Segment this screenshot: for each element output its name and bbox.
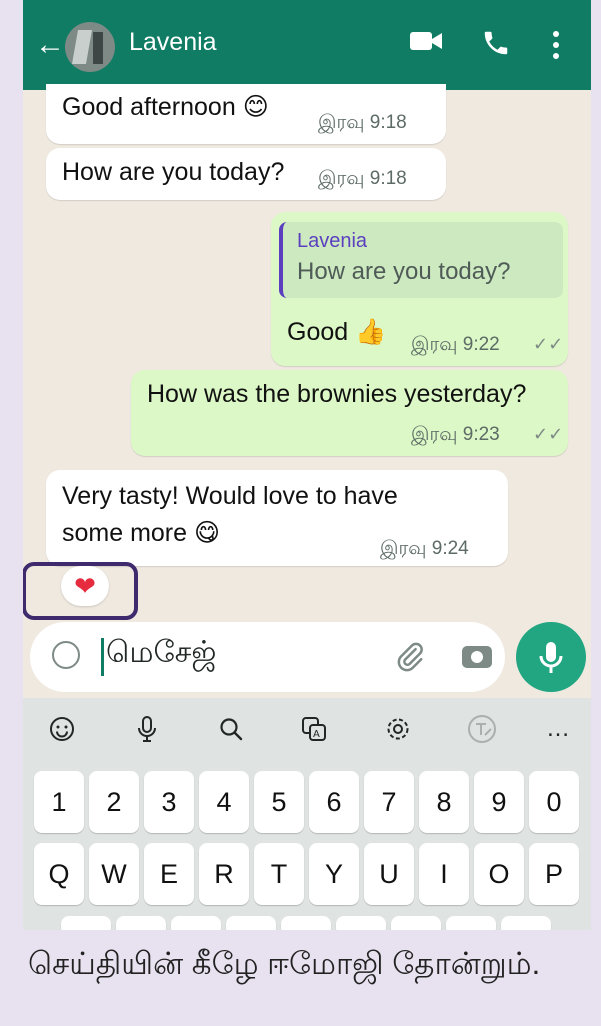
message-composer: மெசேஜ் [23, 622, 591, 698]
message-text: Good afternoon 😊 [62, 93, 269, 121]
search-icon[interactable] [208, 706, 254, 752]
double-check-icon: ✓✓ [533, 334, 564, 354]
incoming-message[interactable]: Good afternoon 😊 இரவு 9:18 [46, 84, 446, 144]
message-input[interactable]: மெசேஜ் [30, 622, 505, 692]
emoji-keyboard-icon[interactable] [39, 706, 85, 752]
key[interactable]: W [89, 843, 139, 905]
key[interactable]: 2 [89, 771, 139, 833]
instruction-caption: செய்தியின் கீழே ஈமோஜி தோன்றும். [28, 946, 541, 981]
message-time: இரவு 9:18 [318, 112, 407, 133]
key-partial[interactable] [226, 916, 276, 930]
contact-name[interactable]: Lavenia [129, 28, 217, 57]
key[interactable]: 1 [34, 771, 84, 833]
video-call-icon[interactable] [410, 28, 444, 54]
voice-message-button[interactable] [516, 622, 586, 692]
key[interactable]: 0 [529, 771, 579, 833]
voice-call-icon[interactable] [481, 28, 511, 58]
text-cursor [101, 638, 104, 676]
message-text: How are you today? [62, 158, 285, 186]
handwriting-icon[interactable] [459, 706, 505, 752]
message-text: Good 👍 [287, 318, 387, 346]
key[interactable]: 6 [309, 771, 359, 833]
back-arrow-icon[interactable]: ← [35, 30, 65, 60]
key-partial[interactable] [501, 916, 551, 930]
double-check-icon: ✓✓ [533, 424, 564, 444]
quoted-sender: Lavenia [297, 230, 368, 252]
message-text-line2: some more 😋 [62, 519, 221, 547]
key-partial[interactable] [281, 916, 331, 930]
message-time: இரவு 9:18 [318, 168, 407, 189]
key[interactable]: P [529, 843, 579, 905]
more-options-icon[interactable] [551, 30, 561, 60]
key[interactable]: Q [34, 843, 84, 905]
key[interactable]: O [474, 843, 524, 905]
camera-icon[interactable] [462, 646, 492, 668]
more-icon[interactable]: … [535, 706, 581, 752]
svg-text:A: A [313, 729, 320, 740]
key[interactable]: Y [309, 843, 359, 905]
settings-gear-icon[interactable] [375, 706, 421, 752]
outgoing-message[interactable]: How was the brownies yesterday? இரவு 9:2… [131, 370, 568, 456]
key[interactable]: T [254, 843, 304, 905]
key[interactable]: 9 [474, 771, 524, 833]
key[interactable]: 5 [254, 771, 304, 833]
key-partial[interactable] [446, 916, 496, 930]
message-text: How was the brownies yesterday? [147, 380, 527, 408]
key[interactable]: R [199, 843, 249, 905]
voice-input-icon[interactable] [124, 706, 170, 752]
quoted-text: How are you today? [297, 258, 511, 285]
quoted-message[interactable]: Lavenia How are you today? [279, 222, 563, 298]
contact-avatar[interactable] [65, 22, 115, 72]
key[interactable]: U [364, 843, 414, 905]
key[interactable]: 8 [419, 771, 469, 833]
phone-screen: ← Lavenia Good afternoon 😊 இரவு 9:18 How… [23, 0, 591, 930]
emoji-icon[interactable] [52, 641, 80, 669]
message-time: இரவு 9:24 [380, 538, 469, 559]
key[interactable]: 4 [199, 771, 249, 833]
incoming-message[interactable]: How are you today? இரவு 9:18 [46, 148, 446, 200]
message-time: இரவு 9:23 [411, 424, 500, 445]
key[interactable]: I [419, 843, 469, 905]
incoming-message[interactable]: Very tasty! Would love to have some more… [46, 470, 508, 566]
key-partial[interactable] [391, 916, 441, 930]
key[interactable]: 3 [144, 771, 194, 833]
key[interactable]: 7 [364, 771, 414, 833]
screen: { "header": {"back_icon": "←", "contact_… [0, 0, 601, 1026]
keyboard: A … 1 2 3 4 5 6 7 8 9 0 Q W E R T Y U I … [23, 698, 591, 930]
reaction-highlight-box [23, 562, 138, 620]
key-partial[interactable] [116, 916, 166, 930]
attach-icon[interactable] [395, 640, 425, 672]
key-partial[interactable] [171, 916, 221, 930]
message-text-line1: Very tasty! Would love to have [62, 482, 398, 510]
translate-icon[interactable]: A [291, 706, 337, 752]
outgoing-reply-message[interactable]: Lavenia How are you today? Good 👍 இரவு 9… [271, 212, 568, 366]
chat-header: ← Lavenia [23, 0, 591, 90]
key-partial[interactable] [336, 916, 386, 930]
key-partial[interactable] [61, 916, 111, 930]
message-placeholder: மெசேஜ் [106, 636, 217, 669]
message-time: இரவு 9:22 [411, 334, 500, 355]
mic-icon [539, 642, 563, 673]
key[interactable]: E [144, 843, 194, 905]
